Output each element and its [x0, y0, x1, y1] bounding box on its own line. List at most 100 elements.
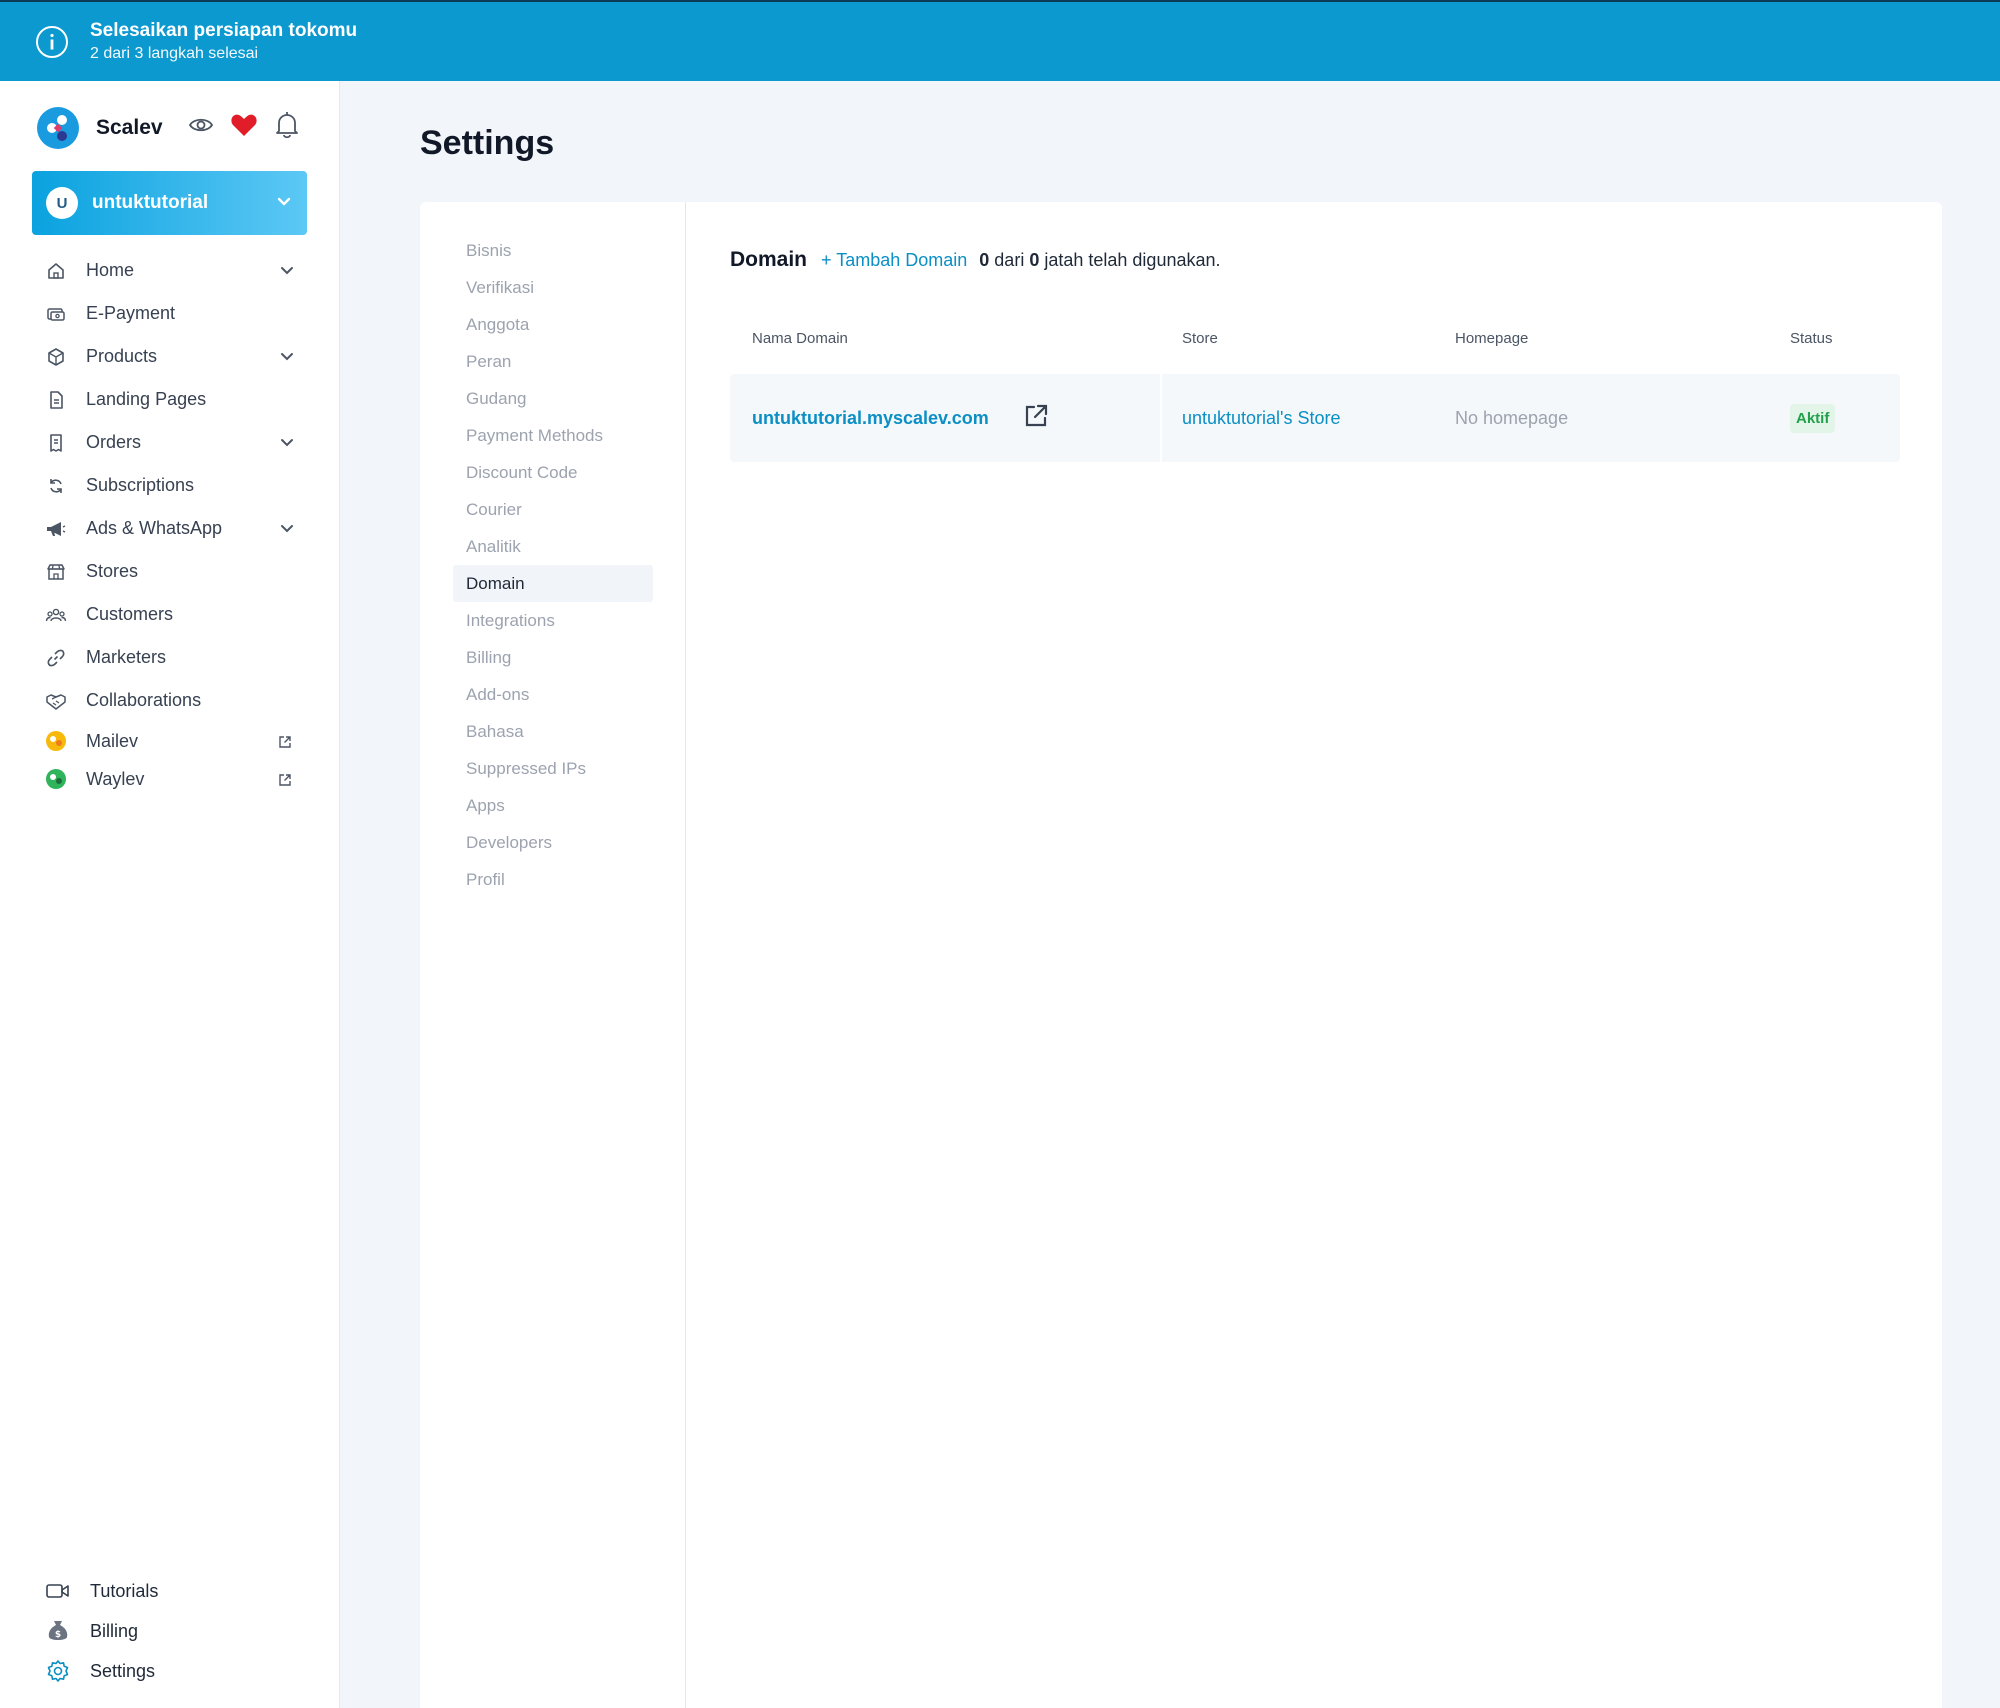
settings-menu-developers[interactable]: Developers: [453, 824, 653, 861]
sidebar-item-stores[interactable]: Stores: [0, 550, 340, 593]
settings-menu-apps[interactable]: Apps: [453, 787, 653, 824]
settings-menu-courier[interactable]: Courier: [453, 491, 653, 528]
sidebar-item-label: Waylev: [86, 768, 145, 789]
settings-menu-analitik[interactable]: Analitik: [453, 528, 653, 565]
settings-menu-integrations[interactable]: Integrations: [453, 602, 653, 639]
info-icon: [34, 24, 70, 60]
chevron-down-icon: [278, 519, 296, 537]
sidebar-item-label: Mailev: [86, 730, 139, 751]
refresh-icon: [44, 474, 68, 498]
settings-menu-gudang[interactable]: Gudang: [453, 380, 653, 417]
sidebar-bottom-nav: Tutorials $ Billing Settings: [0, 1571, 340, 1691]
sidebar-item-label: Tutorials: [90, 1580, 159, 1601]
store-avatar: U: [46, 187, 78, 219]
sidebar-item-ads-whatsapp[interactable]: Ads & WhatsApp: [0, 507, 340, 550]
sidebar-item-label: Home: [86, 260, 135, 280]
link-icon: [44, 646, 68, 670]
add-domain-button[interactable]: + Tambah Domain: [821, 250, 967, 271]
eye-icon[interactable]: [188, 112, 214, 138]
sidebar-item-landing-pages[interactable]: Landing Pages: [0, 378, 340, 421]
external-link-icon[interactable]: [1022, 402, 1050, 435]
sidebar-item-label: Landing Pages: [86, 389, 207, 409]
homepage-value: No homepage: [1455, 407, 1569, 428]
table-row: untuktutorial.myscalev.com untuktutorial…: [730, 374, 1900, 462]
settings-menu-suppressed-ips[interactable]: Suppressed IPs: [453, 750, 653, 787]
sidebar-item-label: Subscriptions: [86, 475, 195, 495]
receipt-icon: [44, 431, 68, 455]
sidebar-item-label: Collaborations: [86, 690, 202, 710]
sidebar-item-label: Stores: [86, 561, 139, 581]
payment-icon: [44, 302, 68, 326]
scalev-logo-icon: [36, 106, 80, 150]
sidebar-item-home[interactable]: Home: [0, 249, 340, 292]
domain-usage-dari: dari: [994, 250, 1025, 270]
heart-icon[interactable]: [230, 112, 258, 138]
settings-panel: Bisnis Verifikasi Anggota Peran Gudang P…: [420, 202, 1942, 1708]
settings-menu-anggota[interactable]: Anggota: [453, 306, 653, 343]
sidebar-item-settings[interactable]: Settings: [0, 1651, 340, 1691]
sidebar-item-orders[interactable]: Orders: [0, 421, 340, 464]
sidebar-item-label: Customers: [86, 604, 174, 624]
sidebar-item-marketers[interactable]: Marketers: [0, 636, 340, 679]
svg-text:$: $: [55, 1630, 61, 1640]
settings-menu-discount-code[interactable]: Discount Code: [453, 454, 653, 491]
settings-menu-bisnis[interactable]: Bisnis: [453, 232, 653, 269]
video-icon: [46, 1579, 70, 1603]
settings-submenu: Bisnis Verifikasi Anggota Peran Gudang P…: [420, 202, 686, 1708]
column-header-store: Store: [1182, 330, 1218, 347]
sidebar-item-label: Orders: [86, 432, 142, 452]
banner-subtitle: 2 dari 3 langkah selesai: [90, 44, 259, 62]
status-badge: Aktif: [1790, 403, 1836, 433]
sidebar-item-e-payment[interactable]: E-Payment: [0, 292, 340, 335]
sidebar-item-products[interactable]: Products: [0, 335, 340, 378]
settings-menu-domain[interactable]: Domain: [453, 565, 653, 602]
banner-title: Selesaikan persiapan tokomu: [90, 19, 358, 41]
sidebar-item-customers[interactable]: Customers: [0, 593, 340, 636]
bell-icon[interactable]: [274, 111, 300, 139]
sidebar-nav: Home E-Payment Products Landing Pages Or…: [0, 249, 340, 798]
settings-menu-add-ons[interactable]: Add-ons: [453, 676, 653, 713]
settings-menu-payment-methods[interactable]: Payment Methods: [453, 417, 653, 454]
setup-banner[interactable]: Selesaikan persiapan tokomu 2 dari 3 lan…: [0, 0, 2000, 81]
sidebar-item-tutorials[interactable]: Tutorials: [0, 1571, 340, 1611]
sidebar-item-subscriptions[interactable]: Subscriptions: [0, 464, 340, 507]
store-selector[interactable]: U untuktutorial: [32, 171, 307, 235]
money-bag-icon: $: [46, 1619, 70, 1643]
sidebar: Scalev U untuktutorial Home E-Payment Pr…: [0, 81, 340, 1708]
sidebar-item-label: Products: [86, 346, 158, 366]
sidebar-item-label: Ads & WhatsApp: [86, 518, 223, 538]
sidebar-item-billing[interactable]: $ Billing: [0, 1611, 340, 1651]
settings-menu-profil[interactable]: Profil: [453, 861, 653, 898]
domain-usage-text: jatah telah digunakan.: [1044, 250, 1221, 270]
settings-menu-bahasa[interactable]: Bahasa: [453, 713, 653, 750]
brand-name: Scalev: [96, 116, 163, 139]
gear-icon: [46, 1659, 70, 1683]
chevron-down-icon: [275, 192, 293, 215]
brand[interactable]: Scalev: [36, 106, 163, 150]
domain-quota-count: 0: [1029, 250, 1040, 270]
handshake-icon: [44, 689, 68, 713]
users-icon: [44, 603, 68, 627]
store-link[interactable]: untuktutorial's Store: [1182, 408, 1341, 429]
domain-usage: 0 dari 0 jatah telah digunakan.: [979, 250, 1220, 271]
domain-used-count: 0: [979, 250, 990, 270]
waylev-logo-icon: [44, 767, 68, 791]
store-icon: [44, 560, 68, 584]
chevron-down-icon: [278, 347, 296, 365]
domain-header: Domain + Tambah Domain 0 dari 0 jatah te…: [730, 248, 1221, 272]
sidebar-item-label: E-Payment: [86, 303, 176, 323]
settings-menu-billing[interactable]: Billing: [453, 639, 653, 676]
settings-menu-peran[interactable]: Peran: [453, 343, 653, 380]
sidebar-item-label: Marketers: [86, 647, 167, 667]
home-icon: [44, 259, 68, 283]
sidebar-item-label: Billing: [90, 1620, 139, 1641]
sidebar-item-label: Settings: [90, 1660, 156, 1681]
store-selector-label: untuktutorial: [92, 192, 209, 213]
sidebar-item-waylev[interactable]: Waylev: [0, 760, 340, 798]
sidebar-item-mailev[interactable]: Mailev: [0, 722, 340, 760]
domain-link[interactable]: untuktutorial.myscalev.com: [752, 408, 989, 429]
domain-table-header: Nama Domain Store Homepage Status: [730, 330, 1900, 354]
sidebar-item-collaborations[interactable]: Collaborations: [0, 679, 340, 722]
column-header-nama-domain: Nama Domain: [752, 330, 848, 347]
settings-menu-verifikasi[interactable]: Verifikasi: [453, 269, 653, 306]
